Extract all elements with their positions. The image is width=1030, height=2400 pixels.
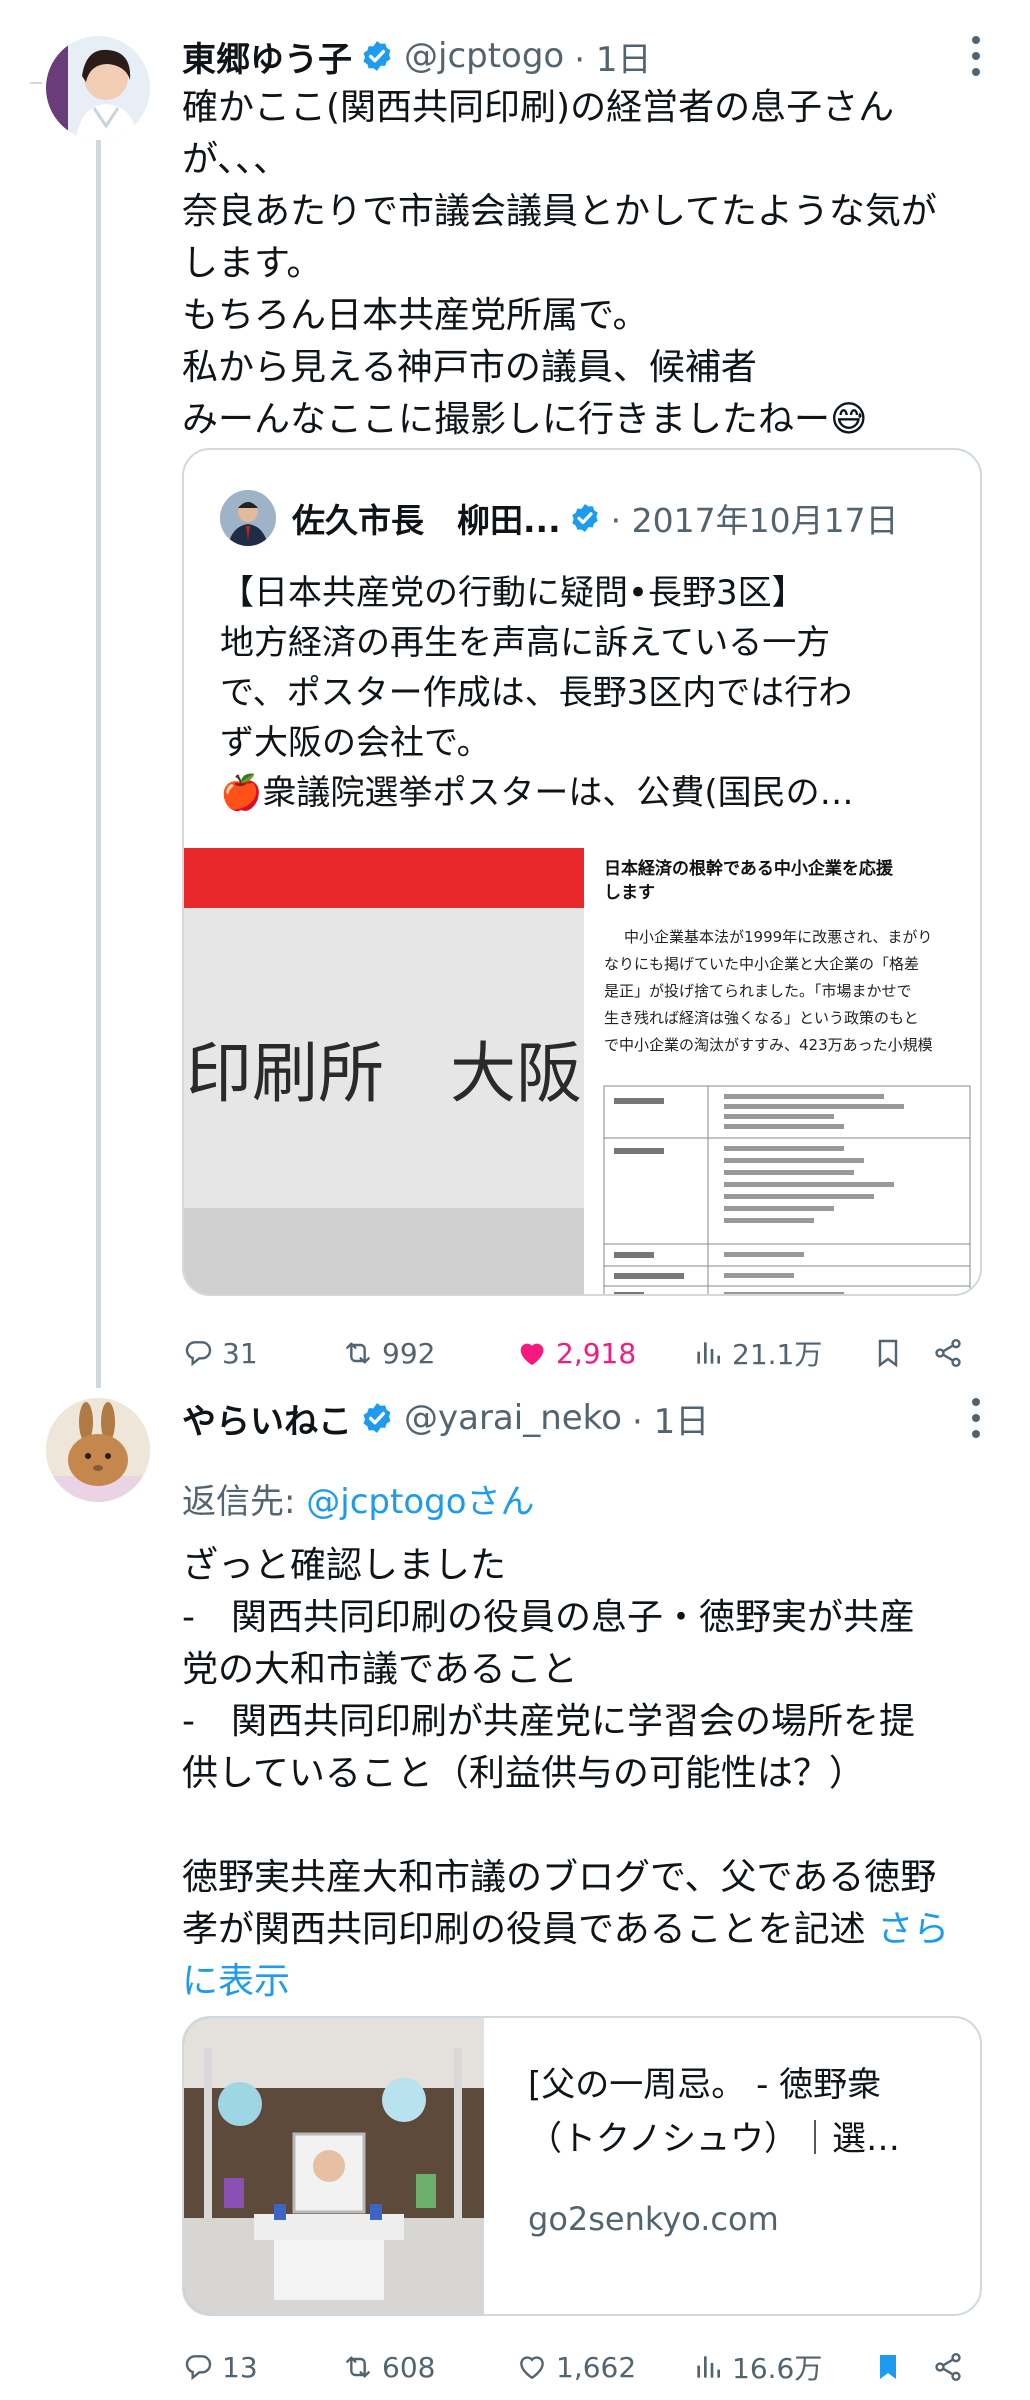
thread-connector-dot <box>30 82 42 84</box>
tweet-text: 確かここ(関西共同印刷)の経営者の息子さん が､､､ 奈良あたりで市議会議員とか… <box>182 87 937 440</box>
reply-button[interactable]: 13 <box>182 2351 342 2384</box>
quote-avatar <box>220 490 276 546</box>
bookmark-button[interactable] <box>872 2351 932 2383</box>
reply-icon <box>185 1341 212 1367</box>
retweet-count: 992 <box>382 1336 436 1370</box>
share-icon <box>935 2353 961 2381</box>
share-icon <box>935 1339 961 1367</box>
link-title: [父の一周忌。 - 徳野衆 （トクノシュウ）｜選… <box>528 2065 900 2159</box>
views-chart-icon <box>697 1342 720 1364</box>
quote-tweet-card[interactable]: 佐久市長 柳田... · 2017年10月17日 【日本共産党の行動に疑問•長野… <box>182 448 982 1296</box>
image-paragraph-line: 是正」が投げ捨てられました。「市場まかせで <box>604 982 912 1000</box>
like-button[interactable]: 2,918 <box>516 1337 692 1370</box>
image-paragraph-line: なりにも掲げていた中小企業と大企業の「格差 <box>604 955 919 973</box>
heart-icon <box>520 2356 544 2380</box>
retweet-icon <box>346 1342 370 1364</box>
timestamp[interactable]: · 1日 <box>632 1394 709 1443</box>
bookmark-icon <box>878 1339 898 1368</box>
reply-icon <box>185 2355 212 2381</box>
heart-filled-icon <box>520 1343 544 1365</box>
image-paragraph-line: 生き残れば経済は強くなる」という政策のもと <box>604 1009 919 1027</box>
reply-button[interactable]: 31 <box>182 1337 342 1370</box>
tweet-actions: 31 992 2,918 21.1万 <box>182 1328 972 1378</box>
quote-timestamp: · 2017年10月17日 <box>610 501 899 540</box>
thread-line <box>96 128 101 1388</box>
reply-count: 31 <box>222 1336 258 1370</box>
tweet-actions: 13 608 1,662 16.6万 <box>182 2342 972 2392</box>
more-options-icon[interactable] <box>970 1396 982 1440</box>
verified-badge-icon <box>363 41 391 71</box>
image-paragraph-line: 中小企業基本法が1999年に改悪され、まがり <box>624 928 932 946</box>
replying-to: 返信先: @jcptogoさん <box>182 1474 535 1523</box>
display-name[interactable]: やらいねこ <box>182 1394 352 1443</box>
quote-text: 【日本共産党の行動に疑問•長野3区】 地方経済の再生を声高に訴えている一方 で、… <box>220 573 854 813</box>
views-button[interactable]: 21.1万 <box>692 1333 872 1373</box>
retweet-count: 608 <box>382 2350 436 2384</box>
views-chart-icon <box>697 2356 720 2378</box>
tweet-header: やらいねこ @yarai_neko · 1日 <box>182 1390 709 1446</box>
link-preview-card[interactable]: [父の一周忌。 - 徳野衆 （トクノシュウ）｜選… go2senkyo.com <box>182 2016 982 2316</box>
bookmark-button[interactable] <box>872 1337 932 1369</box>
tweet-text-body: ざっと確認しました - 関西共同印刷の役員の息子・徳野実が共産 党の大和市議であ… <box>182 1545 937 1950</box>
timestamp[interactable]: · 1日 <box>574 32 651 81</box>
verified-badge-icon <box>571 504 598 532</box>
view-count: 16.6万 <box>732 2352 823 2385</box>
reply-target-link[interactable]: @jcptogoさん <box>306 1482 534 1522</box>
retweet-icon <box>346 2356 370 2378</box>
share-button[interactable] <box>932 2351 972 2383</box>
views-button[interactable]: 16.6万 <box>692 2347 872 2387</box>
image-paragraph-line: で中小企業の淘汰がすすみ、423万あった小規模 <box>604 1036 933 1054</box>
like-count: 1,662 <box>556 2350 637 2384</box>
tweet-header: 東郷ゆう子 @jcptogo · 1日 <box>182 28 652 84</box>
reply-count: 13 <box>222 2350 258 2384</box>
handle[interactable]: @jcptogo <box>404 36 564 76</box>
share-button[interactable] <box>932 1337 972 1369</box>
tweet-text: ざっと確認しました - 関西共同印刷の役員の息子・徳野実が共産 党の大和市議であ… <box>182 1540 982 2008</box>
avatar[interactable] <box>46 36 150 140</box>
quote-display-name: 佐久市長 柳田... <box>292 501 561 540</box>
image-heading-line: します <box>604 883 655 903</box>
reply-label: 返信先: <box>182 1482 307 1522</box>
more-options-icon[interactable] <box>970 34 982 78</box>
quote-image[interactable]: 印刷所 大阪 日本経済の根幹である中小企業を応援 します 中小企業基本法が199… <box>184 848 980 1294</box>
image-heading-line: 日本経済の根幹である中小企業を応援 <box>604 858 894 879</box>
link-domain: go2senkyo.com <box>528 2200 779 2238</box>
avatar[interactable] <box>46 1398 150 1502</box>
display-name[interactable]: 東郷ゆう子 <box>182 32 352 81</box>
image-big-text: 印刷所 大阪 <box>186 1035 582 1112</box>
retweet-button[interactable]: 608 <box>342 2351 516 2384</box>
view-count: 21.1万 <box>732 1338 823 1371</box>
verified-badge-icon <box>363 1403 391 1433</box>
link-thumbnail <box>184 2018 484 2314</box>
like-count: 2,918 <box>556 1336 637 1370</box>
bookmark-filled-icon <box>880 2355 896 2379</box>
retweet-button[interactable]: 992 <box>342 1337 516 1370</box>
like-button[interactable]: 1,662 <box>516 2351 692 2384</box>
quote-header: 佐久市長 柳田... · 2017年10月17日 <box>220 490 899 546</box>
handle[interactable]: @yarai_neko <box>404 1398 622 1438</box>
